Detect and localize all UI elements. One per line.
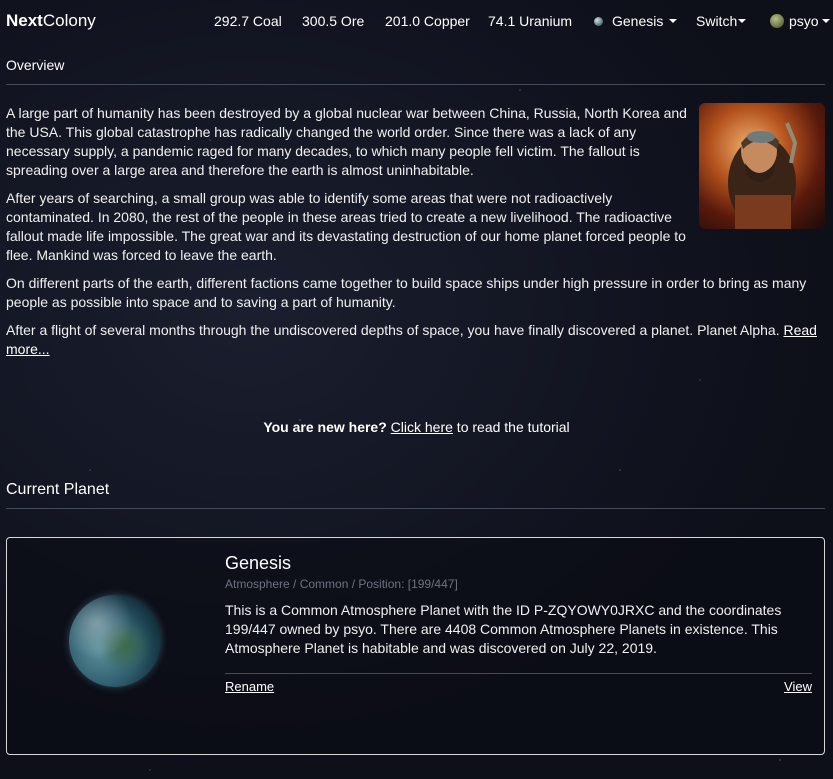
tutorial-link[interactable]: Click here xyxy=(391,419,453,435)
top-navbar: NextColony 292.7 Coal 300.5 Ore 201.0 Co… xyxy=(0,0,833,40)
brand-bold-text: Next xyxy=(6,11,43,30)
view-link[interactable]: View xyxy=(784,679,812,694)
tutorial-prompt: You are new here? Click here to read the… xyxy=(0,419,833,435)
divider xyxy=(6,84,825,85)
planet-selector-label: Genesis xyxy=(612,13,664,29)
tutorial-lead: You are new here? xyxy=(263,419,387,435)
user-name: psyo xyxy=(789,13,819,29)
avatar xyxy=(770,14,784,28)
story-paragraph: A large part of humanity has been destro… xyxy=(6,105,687,178)
resource-ore: 300.5 Ore xyxy=(302,13,365,29)
chevron-down-icon xyxy=(669,19,678,23)
chevron-down-icon xyxy=(821,19,830,23)
story-paragraph-text: After a flight of several months through… xyxy=(6,322,780,338)
planet-name: Genesis xyxy=(225,553,292,573)
planet-image xyxy=(69,595,161,687)
brand-rest-text: Colony xyxy=(42,11,96,30)
planet-selector-dropdown[interactable]: Genesis xyxy=(594,13,678,29)
resource-coal: 292.7 Coal xyxy=(214,13,282,29)
planet-meta: Atmosphere / Common / Position: [199/447… xyxy=(225,577,458,591)
chevron-down-icon xyxy=(738,19,747,23)
divider xyxy=(6,508,825,509)
divider xyxy=(225,673,812,674)
planet-description: This is a Common Atmosphere Planet with … xyxy=(225,602,782,656)
overview-title: Overview xyxy=(6,57,65,73)
tutorial-rest-text: to read the tutorial xyxy=(452,419,570,435)
story-paragraph: After a flight of several months through… xyxy=(6,321,826,359)
resource-uranium: 74.1 Uranium xyxy=(488,13,573,29)
resource-copper: 201.0 Copper xyxy=(385,13,470,29)
story-paragraph: After years of searching, a small group … xyxy=(6,190,686,263)
planet-icon xyxy=(594,16,603,26)
story-paragraph: On different parts of the earth, differe… xyxy=(6,275,807,310)
user-menu-dropdown[interactable]: psyo xyxy=(770,13,830,29)
current-planet-title: Current Planet xyxy=(6,481,110,498)
switch-label: Switch xyxy=(696,13,738,29)
rename-link[interactable]: Rename xyxy=(225,679,274,694)
planet-card: Genesis Atmosphere / Common / Position: … xyxy=(6,537,825,755)
switch-dropdown[interactable]: Switch xyxy=(696,13,747,29)
brand-logo[interactable]: NextColony xyxy=(6,11,96,31)
overview-story: A large part of humanity has been destro… xyxy=(6,104,826,368)
